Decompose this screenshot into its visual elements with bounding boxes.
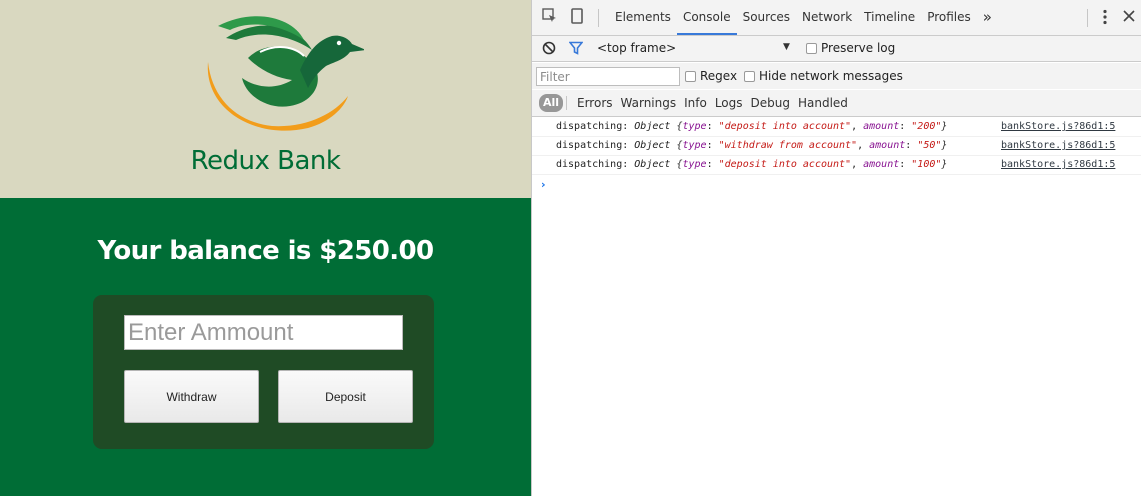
clear-console-icon[interactable] [542, 41, 556, 59]
devtools-panel: Elements Console Sources Network Timelin… [531, 0, 1141, 496]
level-errors[interactable]: Errors [573, 90, 617, 117]
filter-input[interactable] [536, 67, 680, 86]
level-all[interactable]: All [539, 94, 564, 112]
console-messages: dispatching: Object {type: "deposit into… [532, 118, 1141, 175]
source-link[interactable]: bankStore.js?86d1:5 [1001, 156, 1115, 174]
filter-bar: Regex Hide network messages [532, 63, 1141, 89]
level-separator [566, 96, 567, 110]
toolbar-separator [1087, 9, 1088, 27]
console-prompt-icon[interactable]: › [541, 178, 546, 191]
hide-network-label: Hide network messages [759, 69, 903, 83]
withdraw-button[interactable]: Withdraw [124, 370, 259, 423]
console-message: dispatching: Object {type: "deposit into… [532, 156, 1141, 175]
level-handled[interactable]: Handled [794, 90, 852, 117]
source-link[interactable]: bankStore.js?86d1:5 [1001, 137, 1115, 155]
deposit-button[interactable]: Deposit [278, 370, 413, 423]
message-text: dispatching: Object {type: "withdraw fro… [556, 140, 948, 151]
app-header: Redux Bank [0, 0, 531, 198]
level-debug[interactable]: Debug [747, 90, 794, 117]
hide-network-checkbox[interactable] [744, 71, 755, 82]
tab-separator [598, 9, 599, 27]
chevron-down-icon[interactable]: ▼ [783, 42, 790, 52]
devtools-tabs: Elements Console Sources Network Timelin… [609, 0, 998, 35]
bank-name: Redux Bank [190, 146, 341, 176]
message-text: dispatching: Object {type: "deposit into… [556, 121, 948, 132]
regex-label: Regex [700, 69, 738, 83]
console-toolbar: <top frame> ▼ Preserve log [532, 36, 1141, 62]
regex-checkbox[interactable] [685, 71, 696, 82]
tab-console[interactable]: Console [676, 0, 737, 35]
tab-sources[interactable]: Sources [737, 0, 796, 35]
level-info[interactable]: Info [680, 90, 711, 117]
tab-network[interactable]: Network [796, 0, 858, 35]
log-level-bar: All Errors Warnings Info Logs Debug Hand… [532, 90, 1141, 117]
console-message: dispatching: Object {type: "withdraw fro… [532, 137, 1141, 156]
duck-logo-icon [207, 16, 364, 131]
device-mode-icon[interactable] [571, 8, 583, 28]
level-warnings[interactable]: Warnings [617, 90, 681, 117]
message-text: dispatching: Object {type: "deposit into… [556, 159, 948, 170]
filter-icon[interactable] [568, 41, 584, 59]
devtools-tab-bar: Elements Console Sources Network Timelin… [532, 0, 1141, 36]
close-icon[interactable] [1123, 10, 1135, 26]
tab-timeline[interactable]: Timeline [858, 0, 921, 35]
balance-display: Your balance is $250.00 [97, 236, 435, 266]
redux-bank-app: Redux Bank Your balance is $250.00 Withd… [0, 0, 531, 496]
frame-selector[interactable]: <top frame> [597, 41, 676, 55]
console-message: dispatching: Object {type: "deposit into… [532, 118, 1141, 137]
kebab-menu-icon[interactable] [1103, 9, 1107, 29]
tab-profiles[interactable]: Profiles [921, 0, 977, 35]
inspect-element-icon[interactable] [542, 8, 557, 27]
more-tabs-icon[interactable]: » [977, 0, 998, 35]
level-logs[interactable]: Logs [711, 90, 747, 117]
preserve-log-label: Preserve log [821, 41, 896, 55]
source-link[interactable]: bankStore.js?86d1:5 [1001, 118, 1115, 136]
transaction-panel: Withdraw Deposit [93, 295, 434, 449]
amount-input[interactable] [124, 315, 403, 350]
tab-elements[interactable]: Elements [609, 0, 677, 35]
log-levels: Errors Warnings Info Logs Debug Handled [573, 90, 852, 117]
preserve-log-checkbox[interactable] [806, 43, 817, 54]
